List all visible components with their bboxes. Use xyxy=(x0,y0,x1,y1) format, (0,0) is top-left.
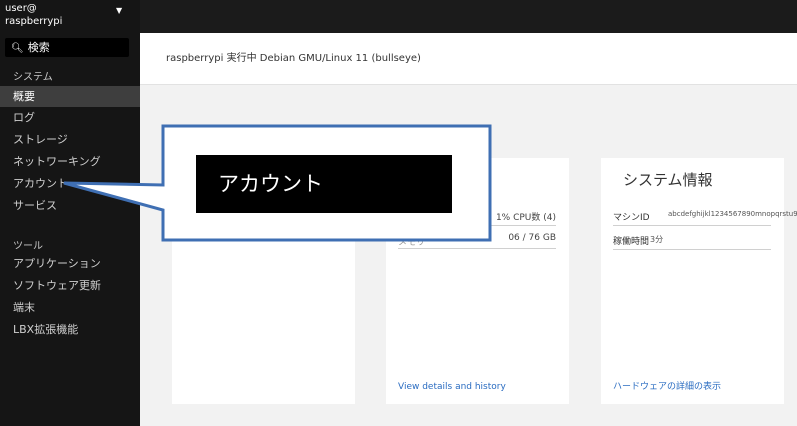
callout-bubble xyxy=(63,124,492,242)
callout-label: アカウント xyxy=(196,155,452,213)
